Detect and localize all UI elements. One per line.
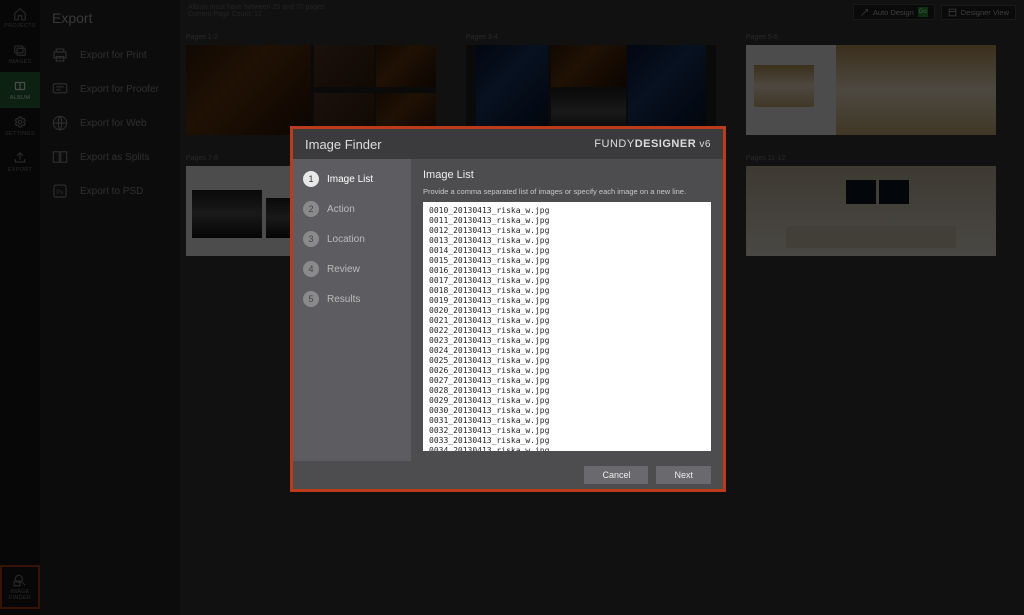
dialog-brand: FUNDYDESIGNER v6 (594, 138, 711, 150)
brand-part-3: v6 (696, 139, 711, 150)
next-button[interactable]: Next (656, 466, 711, 484)
step-label: Location (327, 234, 365, 245)
step-review[interactable]: 4 Review (293, 259, 411, 279)
step-content-panel: Image List Provide a comma separated lis… (411, 159, 723, 461)
step-number: 5 (303, 291, 319, 307)
content-hint: Provide a comma separated list of images… (423, 187, 711, 196)
step-location[interactable]: 3 Location (293, 229, 411, 249)
step-results[interactable]: 5 Results (293, 289, 411, 309)
step-label: Action (327, 204, 355, 215)
brand-part-1: FUNDY (594, 138, 634, 150)
cancel-button[interactable]: Cancel (584, 466, 648, 484)
step-label: Results (327, 294, 360, 305)
wizard-steps: 1 Image List 2 Action 3 Location 4 Revie… (293, 159, 411, 461)
step-number: 3 (303, 231, 319, 247)
dialog-footer: Cancel Next (293, 461, 723, 489)
step-image-list[interactable]: 1 Image List (293, 169, 411, 189)
step-label: Review (327, 264, 360, 275)
image-finder-dialog: Image Finder FUNDYDESIGNER v6 1 Image Li… (290, 126, 726, 492)
step-label: Image List (327, 174, 373, 185)
step-number: 2 (303, 201, 319, 217)
dialog-header: Image Finder FUNDYDESIGNER v6 (293, 129, 723, 159)
step-number: 4 (303, 261, 319, 277)
step-number: 1 (303, 171, 319, 187)
content-title: Image List (423, 169, 711, 181)
dialog-body: 1 Image List 2 Action 3 Location 4 Revie… (293, 159, 723, 461)
step-action[interactable]: 2 Action (293, 199, 411, 219)
brand-part-2: DESIGNER (635, 138, 696, 150)
dialog-title: Image Finder (305, 137, 382, 152)
image-list-textarea[interactable] (423, 202, 711, 451)
